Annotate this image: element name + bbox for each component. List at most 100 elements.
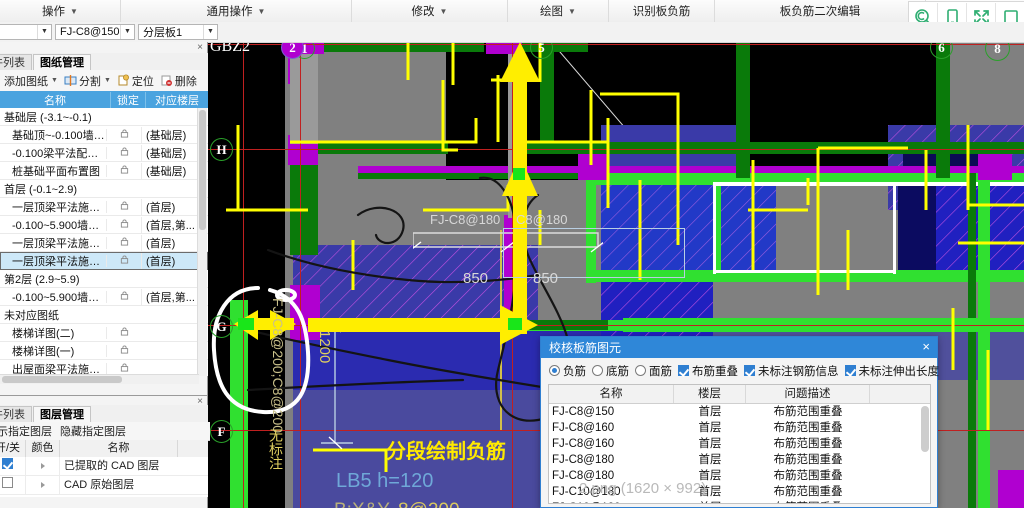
table-row[interactable]: FJ-C8@180 首层 布筋范围重叠 (549, 452, 930, 468)
table-row[interactable]: -0.100~5.900墙柱平面...(首层,第... (0, 288, 208, 306)
table-row[interactable]: -0.100梁平法配筋图 (基础层) (0, 144, 208, 162)
scrollbar-thumb[interactable] (921, 406, 929, 452)
radio-button[interactable] (635, 365, 646, 376)
check-slab-rebar-dialog[interactable]: 校核板筋图元 × 负筋 底筋 面筋 布筋重叠 未标注钢筋信息 未标注伸出长度 名… (540, 336, 939, 508)
column-header-onoff: 开/关 (0, 440, 26, 457)
radio-button[interactable] (549, 365, 560, 376)
show-specified-layer-button[interactable]: 显示指定图层 (0, 423, 52, 439)
selection-handle-3[interactable] (508, 318, 522, 330)
hide-specified-layer-button[interactable]: 隐藏指定图层 (60, 423, 126, 439)
scrollbar-thumb[interactable] (199, 110, 206, 230)
ribbon-group-general-label: 通用操作 (206, 6, 253, 18)
layer-color-expander[interactable] (26, 475, 60, 495)
layer-color-expander[interactable] (26, 456, 60, 476)
component-type-combo[interactable]: 筋 ▼ (0, 24, 52, 40)
table-row[interactable]: FJ-C10@180首层布筋范围重叠 (549, 500, 930, 503)
checkbox[interactable] (678, 365, 689, 376)
tab-drawing-manager-label: 图纸管理 (40, 57, 84, 69)
lock-icon[interactable] (106, 326, 141, 339)
lock-icon[interactable] (106, 362, 141, 375)
table-row[interactable]: 楼梯详图(一) (0, 342, 208, 360)
table-row[interactable]: 第2层 (2.9~5.9) (0, 270, 208, 288)
ribbon-group-operation[interactable]: 操作 ▼ (0, 0, 121, 22)
add-drawing-button[interactable]: 添加图纸 ▼ (0, 73, 61, 89)
list-item[interactable]: 已提取的 CAD 图层 (0, 456, 208, 476)
lock-icon[interactable] (106, 254, 141, 267)
table-row[interactable]: FJ-C8@150 首层 布筋范围重叠 (549, 404, 930, 420)
table-row[interactable]: 桩基础平面布置图 (基础层) (0, 162, 208, 180)
rebar-spec-combo[interactable]: FJ-C8@150 ▼ (55, 24, 135, 40)
radio-negative-rebar[interactable]: 负筋 (549, 363, 586, 379)
ribbon-group-modify-label: 修改 (411, 6, 435, 18)
dialog-table-scrollbar[interactable] (921, 404, 929, 503)
delete-icon (160, 74, 173, 87)
lock-icon[interactable] (106, 164, 141, 177)
tab-component-list-2[interactable]: 构件列表 (0, 406, 32, 422)
table-row[interactable]: 一层顶梁平法施工图-1(首层) (0, 234, 208, 252)
axis-bubble-g[interactable]: G (210, 315, 233, 338)
table-row[interactable]: FJ-C8@160 首层 布筋范围重叠 (549, 436, 930, 452)
lock-icon[interactable] (106, 290, 141, 303)
label-1200: 1200 (316, 330, 333, 364)
layer-toggle-checkbox[interactable] (0, 475, 26, 495)
checkbox[interactable] (844, 365, 856, 376)
lock-icon[interactable] (106, 218, 141, 231)
ribbon-group-general[interactable]: 通用操作 ▼ (121, 0, 352, 22)
checkbox[interactable] (744, 365, 755, 376)
tab-layer-manager[interactable]: 图层管理 (33, 406, 91, 422)
lock-icon[interactable] (106, 236, 141, 249)
chevron-right-icon (40, 462, 45, 469)
close-icon[interactable]: × (197, 43, 203, 53)
lock-icon[interactable] (106, 200, 141, 213)
table-row[interactable]: 基础顶~-0.100墙柱平...(基础层) (0, 126, 208, 144)
dialog-issue-table[interactable]: 名称 楼层 问题描述 FJ-C8@150 首层 布筋范围重叠 FJ-C8@160 首层布… (548, 384, 931, 504)
tab-component-list[interactable]: 构件列表 (0, 54, 32, 70)
radio-bottom-rebar-label: 底筋 (606, 365, 629, 378)
issue-name-cell: FJ-C8@150 (552, 406, 615, 418)
layer-table-body[interactable]: 已提取的 CAD 图层 CAD 原始图层 (0, 456, 208, 497)
ribbon-group-secondary-edit[interactable]: 板负筋二次编辑 (715, 0, 926, 22)
locate-button[interactable]: 定位 (114, 73, 157, 89)
scrollbar-thumb[interactable] (2, 376, 122, 383)
checkbox-unmarked-info[interactable]: 未标注钢筋信息 (744, 363, 839, 379)
drawing-list-horizontal-scrollbar[interactable] (0, 374, 199, 384)
checkbox-overlap[interactable]: 布筋重叠 (678, 363, 738, 379)
ribbon-group-draw[interactable]: 绘图 ▼ (508, 0, 609, 22)
table-row[interactable]: 首层 (-0.1~2.9) (0, 180, 208, 198)
lock-icon[interactable] (106, 128, 141, 141)
drawing-list-vertical-scrollbar[interactable] (197, 108, 207, 376)
table-row[interactable]: 一层顶梁平法施工图-1-1(首层) (0, 252, 208, 270)
table-row[interactable]: 基础层 (-3.1~-0.1) (0, 108, 208, 126)
drawing-panel-toolbar: 添加图纸 ▼ 分割 ▼ 定位 删除 (0, 70, 208, 92)
close-icon[interactable]: × (922, 340, 930, 354)
radio-button[interactable] (592, 365, 603, 376)
lock-icon[interactable] (106, 146, 141, 159)
tab-component-list-2-label: 构件列表 (0, 409, 25, 421)
table-row[interactable]: 一层顶梁平法施工图 (首层) (0, 198, 208, 216)
table-row[interactable]: -0.100~5.900墙柱平面...(首层,第... (0, 216, 208, 234)
checkbox-unmarked-length[interactable]: 未标注伸出长度 (844, 363, 939, 379)
table-row[interactable]: 楼梯详图(二) (0, 324, 208, 342)
tab-drawing-manager[interactable]: 图纸管理 (33, 54, 91, 70)
drawing-table-body[interactable]: 基础层 (-3.1~-0.1)基础顶~-0.100墙柱平...(基础层)-0.1… (0, 108, 208, 376)
lock-icon[interactable] (106, 344, 141, 357)
radio-bottom-rebar[interactable]: 底筋 (592, 363, 629, 379)
checkbox[interactable] (2, 457, 13, 469)
selection-handle-1[interactable] (513, 168, 525, 180)
ribbon-group-modify[interactable]: 修改 ▼ (352, 0, 508, 22)
table-row[interactable]: 未对应图纸 (0, 306, 208, 324)
checkbox[interactable] (2, 476, 13, 488)
chevron-down-icon: ▼ (103, 77, 111, 84)
split-button[interactable]: 分割 ▼ (61, 73, 114, 89)
table-row[interactable]: FJ-C8@160 首层 布筋范围重叠 (549, 420, 930, 436)
layer-toggle-checkbox[interactable] (0, 456, 26, 476)
axis-bubble-f[interactable]: F (210, 420, 233, 443)
delete-button[interactable]: 删除 (157, 73, 200, 89)
layer-combo[interactable]: 分层板1 ▼ (138, 24, 218, 40)
list-item[interactable]: CAD 原始图层 (0, 475, 208, 495)
axis-bubble-h[interactable]: H (210, 138, 233, 161)
selection-handle-2[interactable] (238, 318, 254, 330)
ribbon-group-identify-slab-rebar[interactable]: 识别板负筋 (609, 0, 715, 22)
issue-desc-cell: 布筋范围重叠 (746, 500, 870, 503)
radio-surface-rebar[interactable]: 面筋 (635, 363, 672, 379)
